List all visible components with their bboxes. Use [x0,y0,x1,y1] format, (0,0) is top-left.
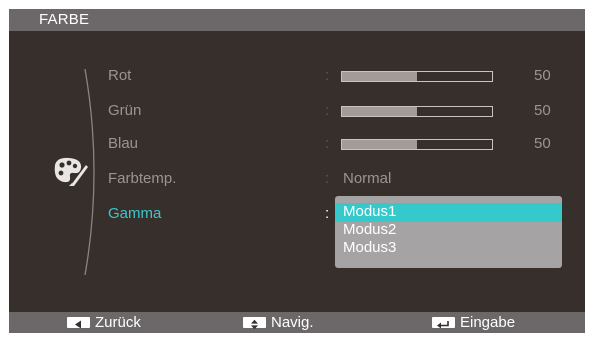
rot-slider-fill [342,72,417,81]
blau-slider-fill [342,140,417,149]
menu-item-label: Grün [108,102,142,119]
title-bar: FARBE [9,9,585,31]
gamma-option-modus1[interactable]: Modus1 [335,203,562,222]
navigate-label: Navig. [271,314,314,331]
osd-panel: FARBE Rot : 50 Grün : 50 Blau : 50 Farbt… [9,9,585,333]
up-down-arrow-icon [243,317,266,330]
enter-icon [432,317,455,329]
farbtemp-value: Normal [343,170,392,187]
gruen-slider[interactable] [341,106,493,117]
separator-colon: : [325,170,330,187]
option-label: Modus3 [343,239,397,256]
blau-slider[interactable] [341,139,493,150]
menu-item-label: Farbtemp. [108,170,177,187]
gamma-option-modus2[interactable]: Modus2 [335,221,562,240]
rot-slider[interactable] [341,71,493,82]
left-arrow-icon [67,317,90,329]
rot-value: 50 [534,67,551,84]
menu-item-label: Rot [108,67,132,84]
option-label: Modus2 [343,221,397,238]
blau-value: 50 [534,135,551,152]
enter-label: Eingabe [460,314,516,331]
gruen-value: 50 [534,102,551,119]
gruen-slider-fill [342,107,417,116]
menu-item-rot[interactable]: Rot : 50 [9,65,585,89]
back-label: Zurück [95,314,141,331]
option-label: Modus1 [343,203,397,220]
menu-item-label: Blau [108,135,139,152]
gamma-dropdown[interactable]: Modus1 Modus2 Modus3 [335,196,562,268]
separator-colon: : [325,102,330,119]
menu-item-gruen[interactable]: Grün : 50 [9,100,585,124]
window-title: FARBE [39,11,90,28]
menu-item-label: Gamma [108,205,162,222]
gamma-option-modus3[interactable]: Modus3 [335,239,562,258]
separator-colon: : [325,67,330,84]
footer-bar: Zurück Navig. Eingabe [9,312,585,333]
separator-colon: : [325,135,330,152]
separator-colon: : [325,205,330,222]
menu-item-farbtemp[interactable]: Farbtemp. : Normal [9,168,585,192]
menu-item-blau[interactable]: Blau : 50 [9,133,585,157]
